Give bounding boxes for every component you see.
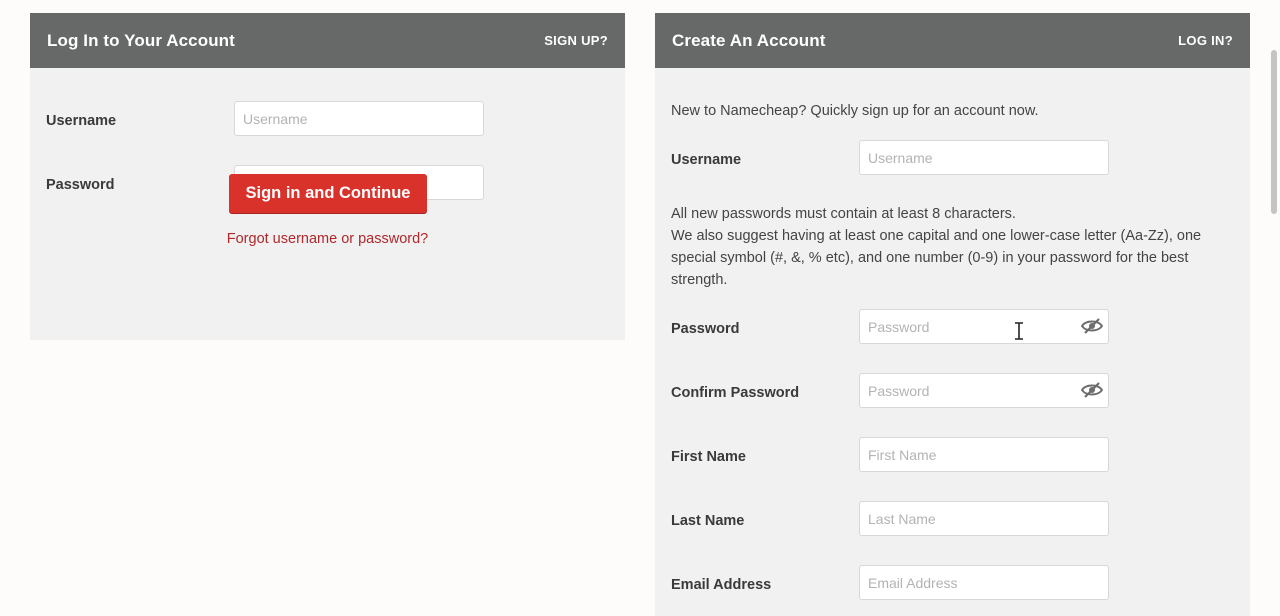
last-name-input[interactable] [859,501,1109,536]
signin-button[interactable]: Sign in and Continue [229,174,427,213]
signup-username-input[interactable] [859,140,1109,175]
signup-password-input[interactable] [859,309,1109,344]
password-rules-line-2: We also suggest having at least one capi… [671,228,1202,288]
text-cursor-icon [1015,322,1023,340]
eye-slash-icon[interactable] [1081,318,1103,334]
password-rules-line-1: All new passwords must contain at least … [671,206,1016,222]
eye-slash-icon[interactable] [1081,382,1103,398]
confirm-password-input[interactable] [859,373,1109,408]
login-password-label: Password [46,177,115,193]
last-name-label: Last Name [671,513,745,529]
confirm-password-label: Confirm Password [671,385,800,401]
login-link[interactable]: LOG IN? [1178,33,1233,48]
signup-link[interactable]: SIGN UP? [544,33,608,48]
forgot-credentials-link[interactable]: Forgot username or password? [30,231,625,247]
login-panel-header: Log In to Your Account SIGN UP? [30,13,625,68]
create-account-panel: Create An Account LOG IN? New to Nameche… [655,13,1250,616]
create-account-title: Create An Account [672,30,826,50]
signup-password-label: Password [671,321,740,337]
login-panel: Log In to Your Account SIGN UP? Username… [30,13,625,340]
signup-intro-text: New to Namecheap? Quickly sign up for an… [671,103,1039,119]
first-name-input[interactable] [859,437,1109,472]
create-account-panel-header: Create An Account LOG IN? [655,13,1250,68]
login-title: Log In to Your Account [47,30,235,50]
password-rules-text: All new passwords must contain at least … [671,203,1226,291]
first-name-label: First Name [671,449,746,465]
login-username-label: Username [46,113,117,129]
scrollbar-thumb[interactable] [1271,50,1277,214]
email-input[interactable] [859,565,1109,600]
signup-username-label: Username [671,152,742,168]
login-username-input[interactable] [234,101,484,136]
scrollbar-track[interactable] [1268,0,1280,616]
email-label: Email Address [671,577,772,593]
